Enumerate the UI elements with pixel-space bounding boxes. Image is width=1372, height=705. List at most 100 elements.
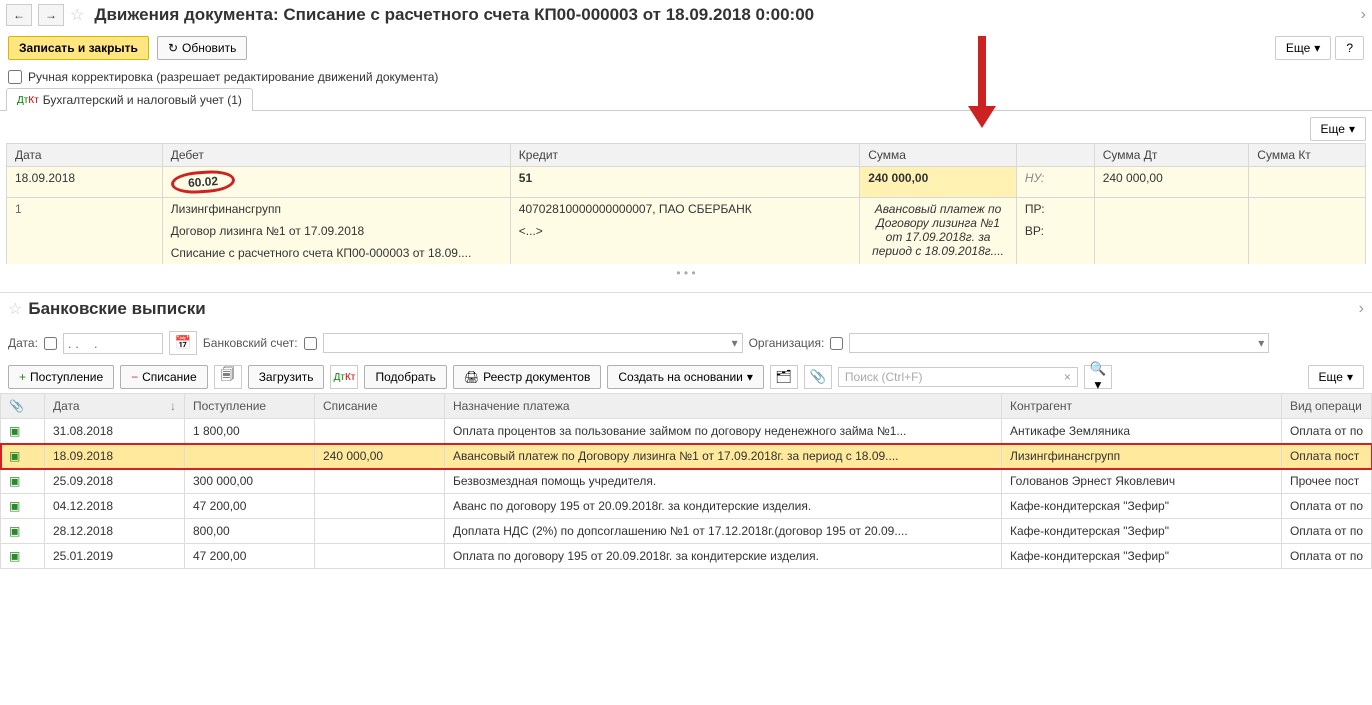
entry-more-button[interactable]: Еще ▾ (1310, 117, 1366, 141)
cell-counterparty: Голованов Эрнест Яковлевич (1001, 469, 1281, 494)
cell-oper: Оплата от по (1281, 419, 1371, 444)
entry-credit[interactable]: 51 (510, 167, 859, 198)
bank-col-outcome[interactable]: Списание (315, 394, 445, 419)
related-button[interactable]: 🗂 (770, 365, 798, 389)
col-sum[interactable]: Сумма (860, 144, 1017, 167)
debit-sub2[interactable]: Договор лизинга №1 от 17.09.2018 (162, 220, 510, 242)
tab-accounting[interactable]: ДтКт Бухгалтерский и налоговый учет (1) (6, 88, 253, 111)
cell-date: 25.01.2019 (45, 544, 185, 569)
cell-oper: Оплата от по (1281, 494, 1371, 519)
vr-label: ВР: (1016, 220, 1094, 242)
bank-row[interactable]: ▣25.09.2018300 000,00Безвозмездная помощ… (1, 469, 1372, 494)
cell-oper: Оплата от по (1281, 519, 1371, 544)
entry-date[interactable]: 18.09.2018 (7, 167, 163, 198)
nav-back-button[interactable]: ← (6, 4, 32, 26)
save-close-button[interactable]: Записать и закрыть (8, 36, 149, 60)
doc-icon: ▣ (9, 499, 20, 513)
more-button[interactable]: Еще ▾ (1275, 36, 1331, 60)
refresh-button[interactable]: ↻ Обновить (157, 36, 247, 60)
attach-icon: 📎 (9, 399, 24, 413)
bank-col-counterparty[interactable]: Контрагент (1001, 394, 1281, 419)
sort-asc-icon: ↓ (170, 399, 176, 413)
cell-income: 800,00 (185, 519, 315, 544)
top-nav: ← → ☆ Движения документа: Списание с рас… (0, 0, 1372, 30)
bank-row[interactable]: ▣04.12.201847 200,00Аванс по договору 19… (1, 494, 1372, 519)
bank-row[interactable]: ▣ 28.12.2018800,00 Доплата НДС (2%) по доп… (1, 519, 1372, 544)
favorite-star-icon-2[interactable]: ☆ (8, 299, 22, 319)
favorite-star-icon[interactable]: ☆ (70, 5, 84, 25)
col-sumkt[interactable]: Сумма Кт (1249, 144, 1366, 167)
bank-combo[interactable]: ▾ (323, 333, 743, 353)
bank-row[interactable]: ▣31.08.20181 800,00Оплата процентов за п… (1, 419, 1372, 444)
bank-row[interactable]: ▣25.01.201947 200,00Оплата по договору 1… (1, 544, 1372, 569)
bank-col-oper[interactable]: Вид операци (1281, 394, 1371, 419)
registry-button[interactable]: 🖨 Реестр документов (453, 365, 601, 389)
date-filter-checkbox[interactable] (44, 337, 57, 350)
attachments-button[interactable]: 📎 (804, 365, 832, 389)
manual-correction-checkbox[interactable] (8, 70, 22, 84)
chevron-right-icon-2[interactable]: › (1359, 300, 1364, 318)
debit-sub3[interactable]: Списание с расчетного счета КП00-000003 … (162, 242, 510, 264)
bank-filter-checkbox[interactable] (304, 337, 317, 350)
col-sumdt[interactable]: Сумма Дт (1094, 144, 1249, 167)
cell-date: 28.12.2018 (45, 519, 185, 544)
col-date[interactable]: Дата (7, 144, 163, 167)
toolbar-main: Записать и закрыть ↻ Обновить Еще ▾ ? (0, 30, 1372, 66)
cell-outcome (315, 519, 445, 544)
bank-table: 📎 Дата↓ Поступление Списание Назначение … (0, 393, 1372, 569)
manual-correction-row: Ручная корректировка (разрешает редактир… (0, 66, 1372, 88)
splitter-handle[interactable]: • • • (6, 264, 1366, 282)
nav-forward-button[interactable]: → (38, 4, 64, 26)
cell-counterparty: Кафе-кондитерская "Зефир" (1001, 519, 1281, 544)
debit-sub1[interactable]: Лизингфинансгрупп (162, 198, 510, 221)
col-credit[interactable]: Кредит (510, 144, 859, 167)
cell-income: 47 200,00 (185, 494, 315, 519)
bank-col-income[interactable]: Поступление (185, 394, 315, 419)
cell-date: 04.12.2018 (45, 494, 185, 519)
pr-label: ПР: (1016, 198, 1094, 221)
entries-table: Дата Дебет Кредит Сумма Сумма Дт Сумма К… (6, 143, 1366, 264)
cell-outcome (315, 494, 445, 519)
search-button[interactable]: 🔍 ▾ (1084, 365, 1112, 389)
load-button[interactable]: Загрузить (248, 365, 325, 389)
credit-sub2[interactable]: <...> (510, 220, 859, 242)
cell-purpose: Авансовый платеж по Договору лизинга №1 … (445, 444, 1002, 469)
pick-button[interactable]: Подобрать (364, 365, 446, 389)
clear-search-icon[interactable]: × (1064, 370, 1071, 384)
dtkt-button[interactable]: ДтКт (330, 365, 358, 389)
cell-counterparty: Лизингфинансгрупп (1001, 444, 1281, 469)
cell-purpose: Безвозмездная помощь учредителя. (445, 469, 1002, 494)
entry-debit[interactable]: 60.02 (162, 167, 510, 198)
col-debit[interactable]: Дебет (162, 144, 510, 167)
tab-strip: ДтКт Бухгалтерский и налоговый учет (1) (0, 88, 1372, 111)
search-field[interactable]: Поиск (Ctrl+F) × (838, 367, 1078, 387)
doc-icon: ▣ (9, 524, 20, 538)
doc-icon: ▣ (9, 449, 20, 463)
bank-title: Банковские выписки (28, 299, 205, 319)
entry-sumkt[interactable] (1249, 167, 1366, 198)
outcome-button[interactable]: − Списание (120, 365, 208, 389)
cell-date: 31.08.2018 (45, 419, 185, 444)
credit-sub1[interactable]: 40702810000000000007, ПАО СБЕРБАНК (510, 198, 859, 221)
date-filter-input[interactable] (63, 333, 163, 354)
cell-date: 18.09.2018 (45, 444, 185, 469)
bank-col-purpose[interactable]: Назначение платежа (445, 394, 1002, 419)
org-filter-checkbox[interactable] (830, 337, 843, 350)
bank-more-button[interactable]: Еще ▾ (1308, 365, 1364, 389)
org-combo[interactable]: ▾ (849, 333, 1269, 353)
bank-row[interactable]: ▣18.09.2018240 000,00Авансовый платеж по… (1, 444, 1372, 469)
bank-col-date[interactable]: Дата↓ (45, 394, 185, 419)
cell-oper: Оплата пост (1281, 444, 1371, 469)
create-basis-button[interactable]: Создать на основании ▾ (607, 365, 764, 389)
entry-sum[interactable]: 240 000,00 (860, 167, 1017, 198)
entry-sumdt[interactable]: 240 000,00 (1094, 167, 1249, 198)
nu-label: НУ: (1016, 167, 1094, 198)
calendar-button[interactable]: 📅 (169, 331, 197, 355)
chevron-right-icon[interactable]: › (1361, 6, 1366, 24)
help-button[interactable]: ? (1335, 36, 1364, 60)
cell-date: 25.09.2018 (45, 469, 185, 494)
income-button[interactable]: + Поступление (8, 365, 114, 389)
entries-zone: Еще ▾ Дата Дебет Кредит Сумма Сумма Дт С… (0, 111, 1372, 292)
copy-button[interactable]: 🗐 (214, 365, 242, 389)
cell-purpose: Доплата НДС (2%) по допсоглашению №1 от … (445, 519, 1002, 544)
